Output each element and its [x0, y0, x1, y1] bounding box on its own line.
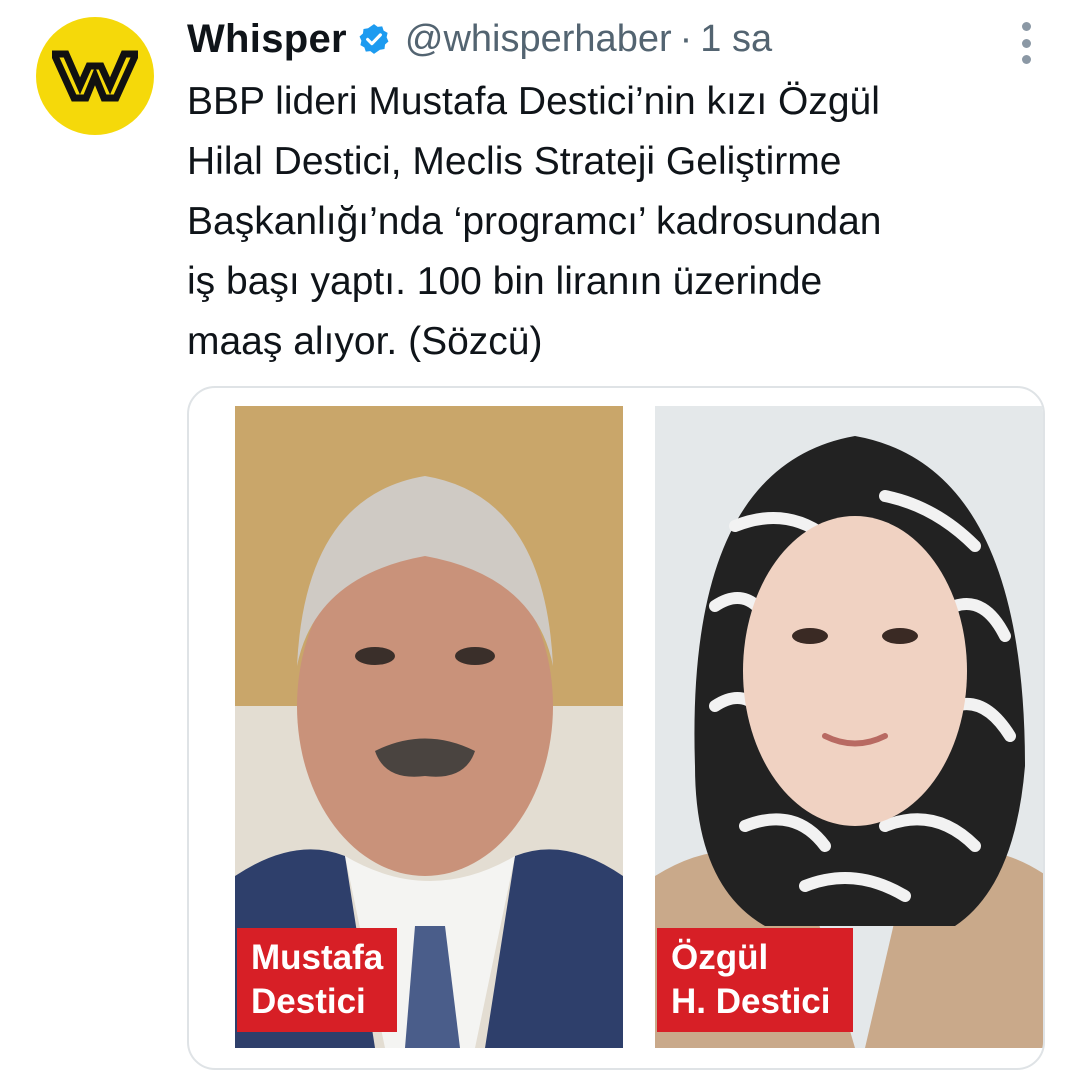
author-handle[interactable]: @whisperhaber: [405, 18, 672, 61]
more-options-icon[interactable]: [1020, 22, 1032, 64]
tweet-text: BBP lideri Mustafa Destici’nin kızı Özgü…: [187, 80, 882, 363]
tweet-media[interactable]: Mustafa Destici Özgül H. Destici: [187, 386, 1045, 1070]
right-photo-caption: Özgül H. Destici: [657, 928, 853, 1032]
avatar[interactable]: [36, 17, 154, 135]
timestamp[interactable]: 1 sa: [700, 18, 772, 61]
left-photo-caption: Mustafa Destici: [237, 928, 397, 1032]
tweet-header: Whisper @whisperhaber · 1 sa: [187, 14, 1040, 64]
separator-dot: ·: [679, 17, 693, 60]
caption-line: H. Destici: [671, 982, 831, 1021]
more-dot: [1021, 55, 1031, 64]
caption-line: Özgül: [671, 938, 769, 977]
caption-line: Destici: [251, 982, 366, 1021]
verified-badge-icon: [357, 22, 391, 56]
more-dot: [1021, 38, 1031, 48]
author-name[interactable]: Whisper: [187, 17, 347, 62]
whisper-logo-icon: [52, 50, 138, 102]
photo-left: Mustafa Destici: [235, 406, 623, 1048]
caption-line: Mustafa: [251, 938, 384, 977]
more-dot: [1021, 22, 1031, 31]
photo-right: Özgül H. Destici: [655, 406, 1043, 1048]
